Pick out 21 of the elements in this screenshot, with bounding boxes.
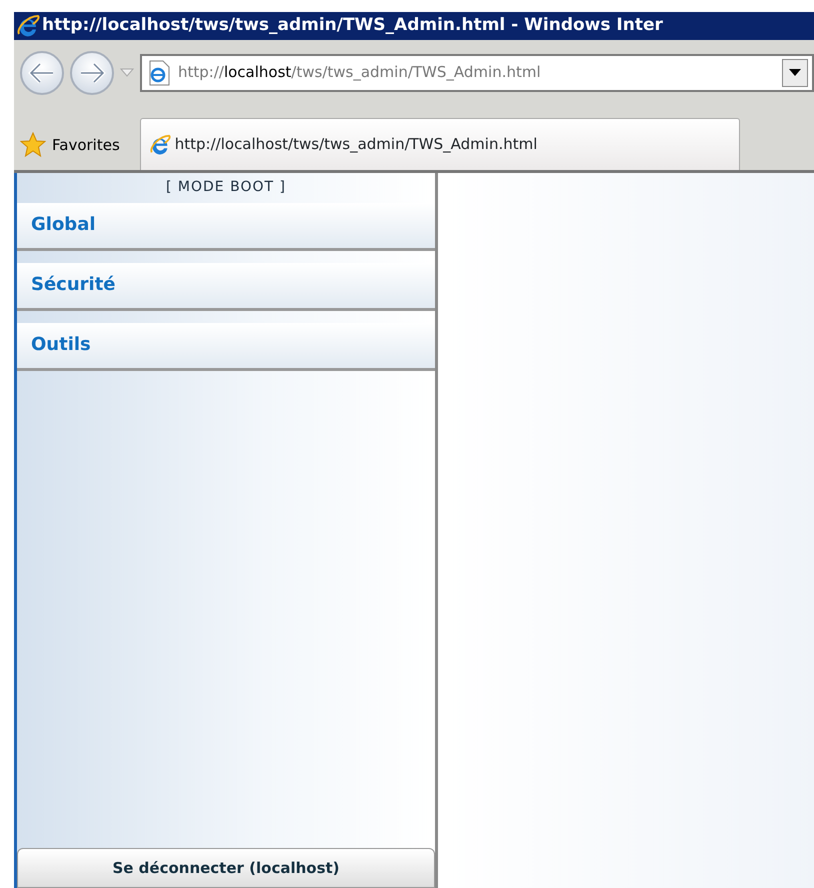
favorites-button[interactable]: Favorites [20,120,130,170]
back-button[interactable] [20,50,64,94]
forward-arrow-icon [78,62,106,84]
logout-button[interactable]: Se déconnecter (localhost) [17,848,435,888]
browser-tab[interactable]: http://localhost/tws/tws_admin/TWS_Admin.html [140,118,740,170]
dropdown-arrow-icon[interactable] [120,68,134,77]
address-bar[interactable]: http://localhost/tws/tws_admin/TWS_Admin.html [140,54,814,92]
forward-button[interactable] [70,50,114,94]
browser-logo-icon [16,14,40,38]
sidebar-item[interactable]: Outils [17,323,435,371]
url-text: http://localhost/tws/tws_admin/TWS_Admin.html [178,62,541,84]
page-icon [148,60,170,86]
mode-label: [ MODE BOOT ] [165,178,287,197]
star-icon [20,132,46,158]
sidebar-item[interactable]: Sécurité [17,263,435,311]
address-dropdown-button[interactable] [782,58,808,86]
window-title: http://localhost/tws/tws_admin/TWS_Admin.html - Windows Inter [42,14,663,38]
sidebar-item[interactable]: Global [17,203,435,251]
caret-icon [789,69,801,76]
back-arrow-icon [28,62,56,84]
browser-logo-icon [148,134,171,156]
